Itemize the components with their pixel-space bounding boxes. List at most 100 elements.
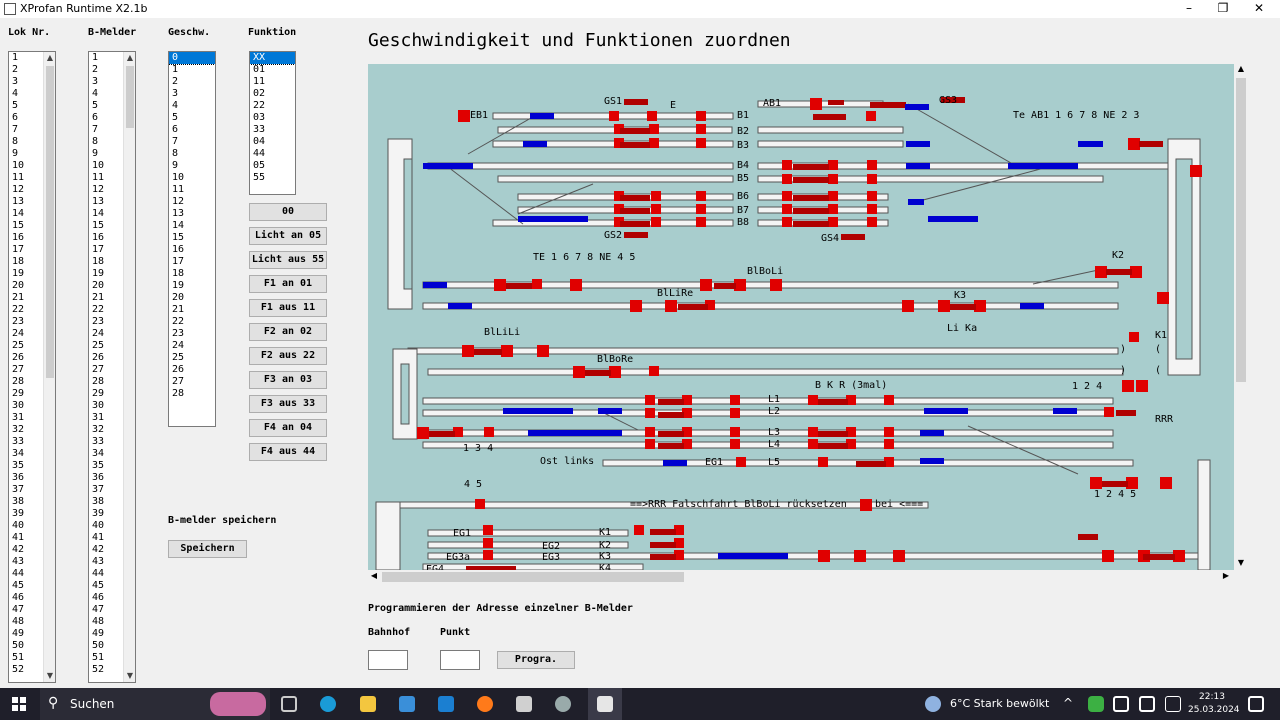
- geschw-list-item[interactable]: 9: [169, 160, 215, 172]
- geschw-list-item[interactable]: 6: [169, 124, 215, 136]
- layout-horizontal-scrollbar[interactable]: ◀ ▶: [368, 570, 1234, 584]
- taskbar-search-box[interactable]: ⚲ Suchen: [40, 688, 270, 720]
- scroll-down-icon[interactable]: ▼: [1234, 558, 1248, 570]
- geschw-list-item[interactable]: 2: [169, 76, 215, 88]
- function-button[interactable]: F2 an 02: [249, 323, 327, 341]
- lok-listbox[interactable]: 1 2 3 4 5 6 7 8 9 10 11 12 13 14 15 16 17 18 19 20 21 22 23 24 2…: [8, 51, 56, 683]
- funktion-listbox[interactable]: XX 01 11 02 22 03 33 04 44 05 55: [249, 51, 296, 195]
- funktion-list-item[interactable]: 01: [250, 64, 295, 76]
- app-icon-7[interactable]: [555, 696, 571, 712]
- layout-vertical-scrollbar[interactable]: ▲ ▼: [1234, 64, 1248, 570]
- speichern-button[interactable]: Speichern: [168, 540, 247, 558]
- scroll-up-icon[interactable]: ▲: [124, 52, 135, 64]
- document-icon[interactable]: [516, 696, 532, 712]
- function-button[interactable]: Licht aus 55: [249, 251, 327, 269]
- track-label-eg1b: EG1: [453, 528, 472, 539]
- geschw-list-item[interactable]: 20: [169, 292, 215, 304]
- geschw-list-item[interactable]: 27: [169, 376, 215, 388]
- function-button[interactable]: F3 aus 33: [249, 395, 327, 413]
- funktion-list-item[interactable]: 44: [250, 148, 295, 160]
- function-button[interactable]: 00: [249, 203, 327, 221]
- scroll-right-icon[interactable]: ▶: [1220, 571, 1232, 583]
- scroll-thumb[interactable]: [382, 572, 684, 582]
- wifi-icon[interactable]: [1165, 696, 1181, 712]
- edge-icon[interactable]: [320, 696, 336, 712]
- geschw-list-item[interactable]: 7: [169, 136, 215, 148]
- geschw-listbox[interactable]: 0 1 2 3 4 5 6 7 8 9 10 11 12 13 14 15 16 17 18 19 20 21 22 23 24…: [168, 51, 216, 427]
- lok-scrollbar[interactable]: ▲ ▼: [43, 52, 55, 682]
- bmelder-listbox[interactable]: 1 2 3 4 5 6 7 8 9 10 11 12 13 14 15 16 17 18 19 20 21 22 23 24 2…: [88, 51, 136, 683]
- geschw-list-item[interactable]: 28: [169, 388, 215, 400]
- scroll-down-icon[interactable]: ▼: [124, 670, 135, 682]
- funktion-list-item[interactable]: 05: [250, 160, 295, 172]
- bmelder-scrollbar[interactable]: ▲ ▼: [123, 52, 135, 682]
- geschw-list-item[interactable]: 4: [169, 100, 215, 112]
- mail-icon[interactable]: [438, 696, 454, 712]
- funktion-list-item[interactable]: 03: [250, 112, 295, 124]
- geschw-list-item[interactable]: 13: [169, 208, 215, 220]
- maximize-button[interactable]: ❐: [1206, 0, 1240, 18]
- track-label-l2: L2: [768, 406, 781, 417]
- punkt-input[interactable]: [440, 650, 480, 670]
- geschw-list-item[interactable]: 21: [169, 304, 215, 316]
- geschw-list-item[interactable]: 12: [169, 196, 215, 208]
- function-button[interactable]: F4 aus 44: [249, 443, 327, 461]
- function-button[interactable]: F4 an 04: [249, 419, 327, 437]
- funktion-list-item[interactable]: XX: [250, 52, 295, 65]
- funktion-list-item[interactable]: 11: [250, 76, 295, 88]
- geschw-list-item[interactable]: 5: [169, 112, 215, 124]
- geschw-list-item[interactable]: 11: [169, 184, 215, 196]
- windows-start-icon[interactable]: [12, 697, 26, 711]
- bahnhof-input[interactable]: [368, 650, 408, 670]
- task-view-icon[interactable]: [281, 696, 297, 712]
- scroll-up-icon[interactable]: ▲: [44, 52, 55, 64]
- geschw-list-item[interactable]: 1: [169, 64, 215, 76]
- funktion-list-item[interactable]: 02: [250, 88, 295, 100]
- scroll-thumb[interactable]: [46, 66, 54, 378]
- program-button[interactable]: Progra.: [497, 651, 575, 669]
- function-button[interactable]: Licht an 05: [249, 227, 327, 245]
- funktion-list-item[interactable]: 22: [250, 100, 295, 112]
- geschw-list-item[interactable]: 25: [169, 352, 215, 364]
- file-explorer-icon[interactable]: [360, 696, 376, 712]
- geschw-list-item[interactable]: 3: [169, 88, 215, 100]
- function-button[interactable]: F1 aus 11: [249, 299, 327, 317]
- firefox-icon[interactable]: [477, 696, 493, 712]
- geschw-list-item[interactable]: 8: [169, 148, 215, 160]
- track-layout-canvas[interactable]: EB1 GS1 E AB1 GS3 B1 B2 B3 B4 B5 B6 B7 B8 Te AB1 1 6 …: [368, 64, 1234, 570]
- geschw-list-item[interactable]: 18: [169, 268, 215, 280]
- geschw-list-item[interactable]: 0: [169, 52, 215, 65]
- close-button[interactable]: ✕: [1242, 0, 1276, 18]
- geschw-list-item[interactable]: 16: [169, 244, 215, 256]
- network-icon[interactable]: [1139, 696, 1155, 712]
- clock-date[interactable]: 25.03.2024: [1188, 705, 1240, 715]
- geschw-list-item[interactable]: 22: [169, 316, 215, 328]
- geschw-list-item[interactable]: 24: [169, 340, 215, 352]
- geschw-list-item[interactable]: 17: [169, 256, 215, 268]
- scroll-left-icon[interactable]: ◀: [368, 571, 380, 583]
- function-button[interactable]: F2 aus 22: [249, 347, 327, 365]
- store-icon[interactable]: [399, 696, 415, 712]
- funktion-list-item[interactable]: 55: [250, 172, 295, 184]
- geschw-list-item[interactable]: 19: [169, 280, 215, 292]
- funktion-list-item[interactable]: 33: [250, 124, 295, 136]
- scroll-thumb[interactable]: [126, 66, 134, 128]
- geschw-list-item[interactable]: 10: [169, 172, 215, 184]
- geschw-list-item[interactable]: 26: [169, 364, 215, 376]
- geschw-list-item[interactable]: 14: [169, 220, 215, 232]
- function-button[interactable]: F3 an 03: [249, 371, 327, 389]
- minimize-button[interactable]: –: [1172, 0, 1206, 18]
- chevron-up-icon[interactable]: ^: [1063, 696, 1073, 710]
- tray-app-icon[interactable]: [1088, 696, 1104, 712]
- tray-device-icon[interactable]: [1113, 696, 1129, 712]
- geschw-list-item[interactable]: 23: [169, 328, 215, 340]
- function-button[interactable]: F1 an 01: [249, 275, 327, 293]
- notification-icon[interactable]: [1248, 696, 1264, 712]
- scroll-thumb[interactable]: [1236, 78, 1246, 382]
- funktion-list-item[interactable]: 04: [250, 136, 295, 148]
- clock-time[interactable]: 22:13: [1190, 692, 1234, 702]
- scroll-up-icon[interactable]: ▲: [1234, 64, 1248, 76]
- geschw-list-item[interactable]: 15: [169, 232, 215, 244]
- xprofan-task-button[interactable]: [588, 688, 622, 720]
- scroll-down-icon[interactable]: ▼: [44, 670, 55, 682]
